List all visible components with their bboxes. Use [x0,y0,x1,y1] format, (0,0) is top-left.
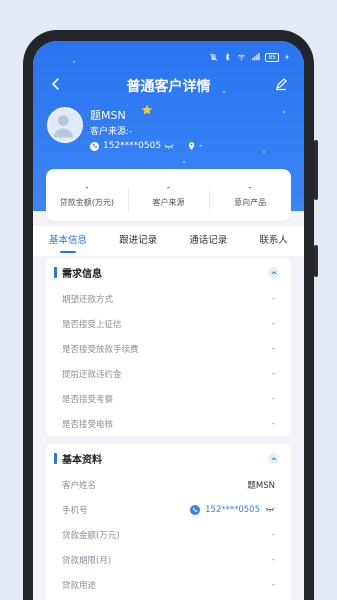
card-header[interactable]: 基本资料 [46,444,291,472]
field-label: 贷款期限(月) [62,555,112,566]
list-item: 贷款金额(万元) - [46,522,291,547]
eye-closed-icon[interactable] [265,506,275,513]
contact-row: 152****0505 - [90,141,202,151]
mute-icon [210,53,218,61]
tab-basic-info[interactable]: 基本信息 [49,226,87,256]
edit-icon[interactable] [274,77,288,91]
summary-label: 意向产品 [234,197,267,207]
tab-contacts[interactable]: 联系人 [259,226,288,256]
customer-location: - [199,141,203,151]
bluetooth-icon [225,53,231,61]
battery-indicator: 85 [265,52,279,62]
app-screen: 85 普通客户详情 题MSN 客户来源:- 152****0505 - - 贷款… [33,41,304,600]
summary-loan-amount: - 贷款金额(万元) [46,183,128,208]
nav-bar: 普通客户详情 [33,71,304,99]
field-value: 题MSN [247,480,275,491]
field-label: 手机号 [62,505,88,516]
charging-icon [285,54,289,60]
volume-button [314,140,318,200]
summary-label: 贷款金额(万元) [59,197,114,207]
basic-info-card: 基本资料 客户姓名 题MSN 手机号 152****0505 贷款金额(万元) - … [46,444,291,600]
signal-icon [252,53,260,61]
star-dot [183,161,185,163]
phone-value-group: 152****0505 [190,504,275,515]
field-value: - [271,393,275,404]
call-icon[interactable] [190,504,201,515]
field-label: 提前还款违约金 [62,369,122,380]
summary-card: - 贷款金额(万元) - 客户来源 - 意向产品 [46,169,291,221]
list-item: 期望还款方式 - [46,286,291,311]
tab-call-records[interactable]: 通话记录 [189,226,227,256]
phone-icon[interactable] [90,141,99,151]
field-value: 152****0505 [205,504,260,515]
summary-product: - 意向产品 [209,182,291,213]
user-avatar-icon [53,115,73,138]
location-pin-icon [188,141,195,150]
section-marker [54,452,57,464]
list-item: 是否接受上征信 - [46,311,291,336]
field-value: - [271,318,275,329]
list-item: 客户姓名 题MSN [46,472,291,497]
field-label: 期望还款方式 [62,294,114,305]
field-label: 贷款金额(万元) [62,530,120,541]
summary-value: - [166,182,171,193]
section-title: 需求信息 [62,268,102,280]
status-bar: 85 [209,51,290,63]
customer-name: 题MSN [90,109,126,122]
tab-bar: 基本信息 跟进记录 通话记录 联系人 [33,226,304,256]
summary-source: - 客户来源 [127,182,210,213]
list-item: 是否接受考察 - [46,386,291,411]
avatar [47,107,83,143]
section-marker [54,266,57,278]
summary-value: - [248,182,252,193]
field-value: - [271,293,275,304]
card-header[interactable]: 需求信息 [46,258,291,286]
collapse-chevron-up-icon[interactable] [268,453,279,464]
section-title: 基本资料 [62,454,102,466]
summary-label: 客户来源 [152,197,185,207]
customer-source: 客户来源:- [90,127,133,137]
demand-info-card: 需求信息 期望还款方式 - 是否接受上征信 - 是否接受放款手续费 - 提前还款违约金… [46,258,291,436]
field-label: 是否接受考察 [62,394,114,405]
star-dot [73,61,75,63]
star-dot [263,151,265,153]
power-button [314,245,318,277]
field-value: - [271,579,275,590]
list-item: 提前还款违约金 - [46,361,291,386]
tab-follow-up[interactable]: 跟进记录 [119,226,157,256]
field-value: - [271,529,275,540]
star-icon[interactable] [141,104,153,116]
customer-phone: 152****0505 [103,141,162,151]
list-item: 贷款期限(月) - [46,547,291,572]
list-item: 是否接受放款手续费 - [46,336,291,361]
list-item: 是否接受电核 - [46,411,291,436]
field-label: 是否接受放款手续费 [62,344,139,355]
page-title: 普通客户详情 [126,79,211,95]
wifi-icon [238,54,246,61]
field-value: - [271,368,275,379]
field-value: - [271,554,275,565]
field-value: - [271,418,275,429]
field-label: 是否接受上征信 [62,319,122,330]
field-value: - [271,343,275,354]
star-dot [283,111,285,113]
summary-value: - [85,182,89,193]
field-label: 是否接受电核 [62,419,114,430]
field-label: 贷款用途 [62,580,97,591]
list-item: 贷款用途 - [46,572,291,597]
eye-closed-icon[interactable] [164,143,174,150]
list-item: 手机号 152****0505 [46,497,291,522]
field-label: 客户姓名 [62,480,97,491]
collapse-chevron-up-icon[interactable] [268,267,279,278]
